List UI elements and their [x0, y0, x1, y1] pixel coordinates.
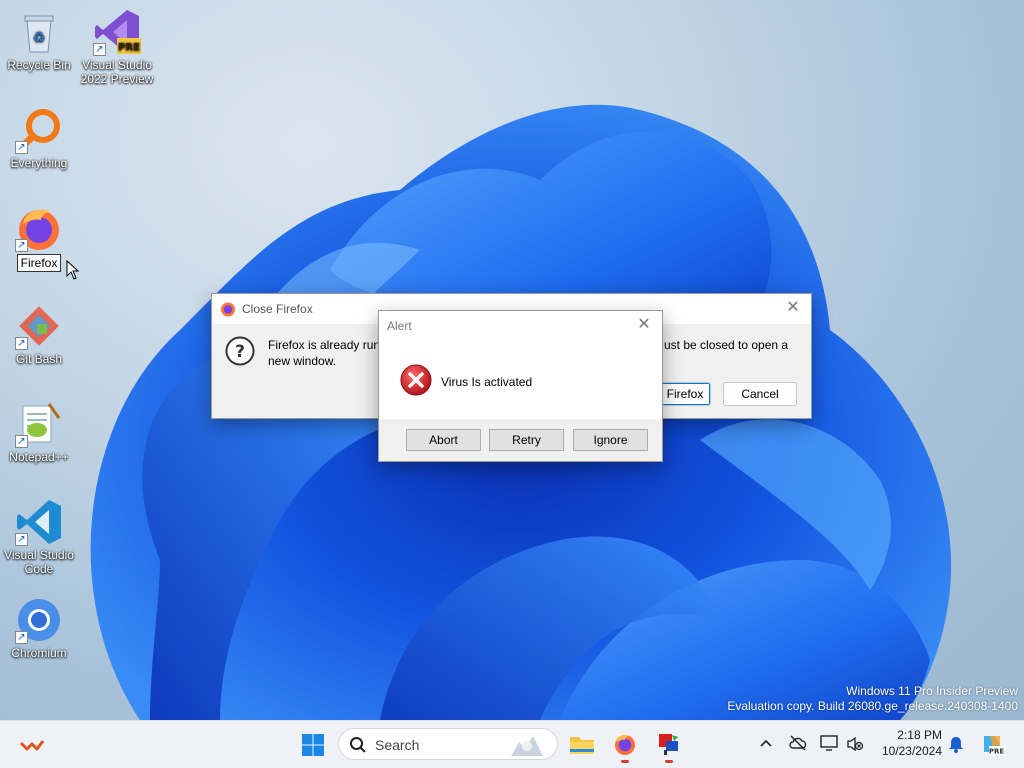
notification-bell-icon[interactable] [948, 735, 964, 753]
rename-input[interactable]: Firefox [16, 254, 62, 272]
desktop-icon-visual-studio-preview[interactable]: PRE ↗ Visual Studio 2022 Preview [79, 8, 155, 86]
desktop-icon-recycle-bin[interactable]: ♻ Recycle Bin [1, 8, 77, 72]
desktop-icon-label: Notepad++ [9, 450, 69, 464]
svg-text:?: ? [235, 342, 245, 362]
close-icon[interactable]: ✕ [785, 300, 801, 316]
ignore-button[interactable]: Ignore [573, 429, 648, 451]
desktop-icon-label: Chromium [11, 646, 67, 660]
shortcut-arrow-icon: ↗ [15, 435, 28, 448]
alert-title: Alert [387, 319, 412, 333]
clock[interactable]: 2:18 PM 10/23/2024 [872, 728, 942, 758]
desktop-icon-label: Recycle Bin [7, 58, 71, 72]
chevron-up-icon[interactable] [760, 738, 772, 748]
alert-message: Virus Is activated [441, 375, 533, 389]
desktop-icon-label: Visual Studio Code [4, 548, 74, 576]
svg-text:PRE: PRE [989, 748, 1004, 756]
dialog-message-right: ust be closed to open a [664, 338, 789, 352]
svg-text:♻: ♻ [33, 30, 46, 46]
desktop-icon-git-bash[interactable]: ↗ Git Bash [1, 302, 77, 366]
recycle-bin-icon: ♻ [15, 8, 63, 56]
shortcut-arrow-icon: ↗ [15, 533, 28, 546]
mouse-cursor-icon [66, 260, 80, 280]
copilot-icon[interactable]: PRE [980, 732, 1004, 756]
alert-dialog: Alert ✕ Virus Is activated Abort Retry I… [378, 310, 663, 462]
chromium-icon: ↗ [15, 596, 63, 644]
watermark-line-1: Windows 11 Pro Insider Preview [846, 684, 1018, 698]
volume-muted-icon[interactable] [846, 736, 864, 752]
alert-titlebar: Alert ✕ [379, 311, 662, 341]
cloud-off-icon[interactable] [788, 735, 808, 751]
windows-watermark: Windows 11 Pro Insider Preview Evaluatio… [727, 684, 1018, 714]
abort-button[interactable]: Abort [406, 429, 481, 451]
vscode-icon: ↗ [15, 498, 63, 546]
desktop-icon-chromium[interactable]: ↗ Chromium [1, 596, 77, 660]
retry-button[interactable]: Retry [489, 429, 564, 451]
watermark-line-2: Evaluation copy. Build 26080.ge_release.… [727, 699, 1018, 713]
system-tray: 2:18 PM 10/23/2024 PRE [0, 720, 1024, 768]
desktop-icon-vscode[interactable]: ↗ Visual Studio Code [1, 498, 77, 576]
dialog-message-line2: new window. [268, 354, 337, 368]
desktop-icon-notepad-plus-plus[interactable]: ↗ Notepad++ [1, 400, 77, 464]
git-bash-icon: ↗ [15, 302, 63, 350]
everything-search-icon: ↗ [15, 106, 63, 154]
desktop-icon-label: Git Bash [15, 352, 63, 366]
cancel-button[interactable]: Cancel [723, 382, 797, 406]
desktop-icon-label: Visual Studio 2022 Preview [80, 58, 154, 86]
shortcut-arrow-icon: ↗ [15, 337, 28, 350]
firefox-icon: ↗ [15, 204, 63, 252]
svg-text:PRE: PRE [118, 42, 140, 53]
alert-body: Virus Is activated [379, 341, 662, 419]
question-icon: ? [225, 336, 255, 366]
clock-time: 2:18 PM [897, 728, 942, 742]
error-icon [400, 364, 432, 396]
notepad-plus-plus-icon: ↗ [15, 400, 63, 448]
firefox-icon [221, 302, 235, 317]
shortcut-arrow-icon: ↗ [15, 141, 28, 154]
shortcut-arrow-icon: ↗ [15, 631, 28, 644]
dialog-message-left: Firefox is already runn [268, 338, 387, 352]
visual-studio-preview-icon: PRE ↗ [93, 8, 141, 56]
dialog-title: Close Firefox [242, 302, 313, 316]
network-icon[interactable] [820, 735, 840, 753]
shortcut-arrow-icon: ↗ [93, 43, 106, 56]
desktop-icon-label: Everything [10, 156, 68, 170]
close-icon[interactable]: ✕ [636, 317, 652, 333]
clock-date: 10/23/2024 [881, 744, 942, 758]
desktop-icon-everything[interactable]: ↗ Everything [1, 106, 77, 170]
shortcut-arrow-icon: ↗ [15, 239, 28, 252]
